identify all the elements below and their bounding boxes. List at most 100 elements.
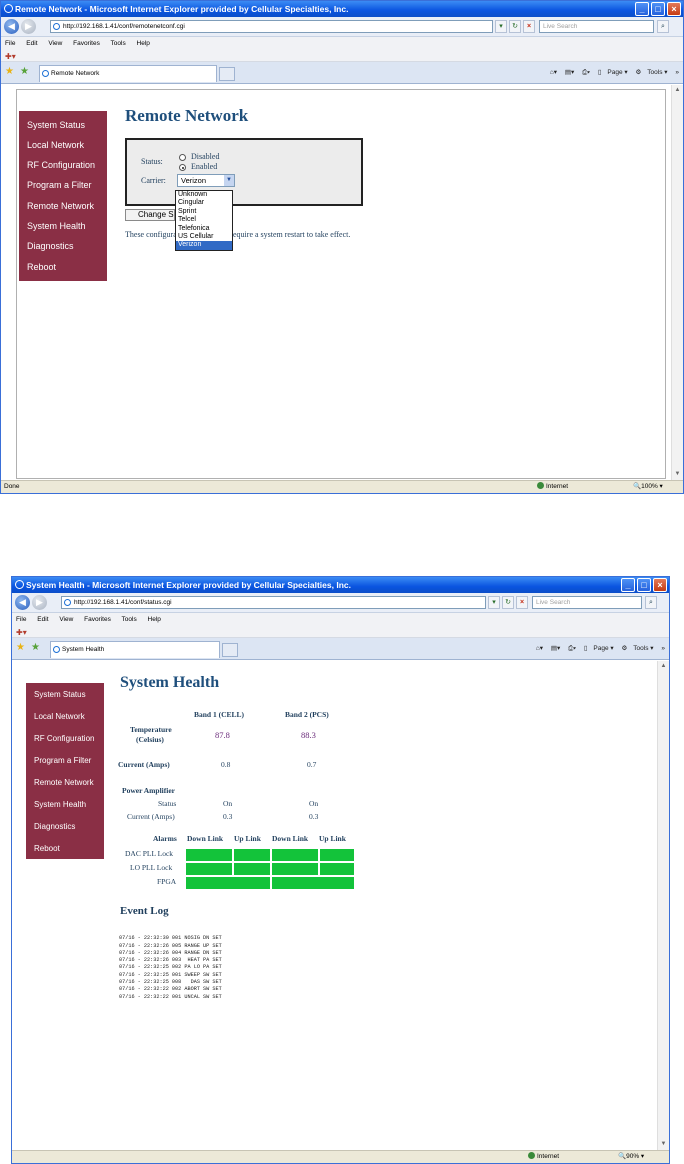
address-input[interactable]: http://192.168.1.41/conf/status.cgi <box>61 596 486 609</box>
dropdown-arrow-icon[interactable]: ▾ <box>488 596 500 609</box>
status-disabled-radio[interactable] <box>179 154 186 161</box>
alarm-col-band1-downlink: Down Link <box>187 834 224 843</box>
menu-edit[interactable]: Edit <box>26 40 37 47</box>
nav-system-health[interactable]: System Health <box>27 221 86 231</box>
feeds-icon[interactable]: ▤▾ <box>565 69 574 76</box>
carrier-option-cingular[interactable]: Cingular <box>176 199 232 207</box>
menu-view[interactable]: View <box>48 40 62 47</box>
nav-diagnostics[interactable]: Diagnostics <box>27 241 74 251</box>
zoom-control[interactable]: 🔍100% ▾ <box>633 481 663 493</box>
menu-tools[interactable]: Tools <box>111 40 126 47</box>
stop-button[interactable]: × <box>523 20 535 33</box>
scroll-down-icon[interactable]: ▼ <box>672 469 683 480</box>
carrier-option-telcel[interactable]: Telcel <box>176 216 232 224</box>
nav-diagnostics[interactable]: Diagnostics <box>34 822 75 831</box>
nav-rf-configuration[interactable]: RF Configuration <box>34 734 94 743</box>
toolbar-addon-icon[interactable]: ✚▾ <box>5 52 16 61</box>
close-button[interactable]: × <box>653 578 667 592</box>
page-menu[interactable]: ▯ Page ▾ <box>598 69 628 76</box>
nav-program-a-filter[interactable]: Program a Filter <box>27 180 92 190</box>
add-favorites-icon[interactable]: ★ <box>20 66 29 77</box>
vertical-scrollbar[interactable]: ▲ ▼ <box>671 85 683 480</box>
more-chevron-icon[interactable]: » <box>675 69 679 76</box>
back-button[interactable]: ◀ <box>4 19 19 34</box>
print-icon[interactable]: ⎙▾ <box>582 69 590 76</box>
scroll-up-icon[interactable]: ▲ <box>672 85 683 96</box>
status-text: Done <box>4 483 20 490</box>
menu-help[interactable]: Help <box>148 616 161 623</box>
chevron-down-icon[interactable]: ▼ <box>224 175 234 186</box>
tab-remote-network[interactable]: Remote Network <box>39 65 217 82</box>
command-bar: ⌂▾ ▤▾ ⎙▾ ▯ Page ▾ ⚙ Tools ▾ » <box>544 68 679 77</box>
tools-menu[interactable]: ⚙ Tools ▾ <box>635 69 667 76</box>
vertical-scrollbar[interactable]: ▲ ▼ <box>657 661 669 1150</box>
dropdown-arrow-icon[interactable]: ▾ <box>495 20 507 33</box>
search-input[interactable]: Live Search <box>532 596 642 609</box>
alarm-cell-lo-b2-dl <box>271 862 319 876</box>
menu-file[interactable]: File <box>16 616 26 623</box>
carrier-option-telefonica[interactable]: Telefonica <box>176 225 232 233</box>
menu-edit[interactable]: Edit <box>37 616 48 623</box>
new-tab-button[interactable] <box>219 67 235 81</box>
stop-button[interactable]: × <box>516 596 528 609</box>
nav-remote-network[interactable]: Remote Network <box>27 201 94 211</box>
tools-menu[interactable]: ⚙ Tools ▾ <box>621 645 653 652</box>
home-icon[interactable]: ⌂▾ <box>550 69 557 76</box>
print-icon[interactable]: ⎙▾ <box>568 645 576 652</box>
nav-local-network[interactable]: Local Network <box>34 712 85 721</box>
minimize-button[interactable]: _ <box>621 578 635 592</box>
nav-local-network[interactable]: Local Network <box>27 140 84 150</box>
nav-system-status[interactable]: System Status <box>27 120 85 130</box>
new-tab-button[interactable] <box>222 643 238 657</box>
toolbar-addon-icon[interactable]: ✚▾ <box>16 628 27 637</box>
more-chevron-icon[interactable]: » <box>661 645 665 652</box>
maximize-button[interactable]: □ <box>637 578 651 592</box>
menu-favorites[interactable]: Favorites <box>73 40 100 47</box>
globe-icon <box>528 1152 535 1159</box>
toolbar-row: ✚▾ <box>1 50 683 62</box>
menu-view[interactable]: View <box>59 616 73 623</box>
nav-rf-configuration[interactable]: RF Configuration <box>27 160 95 170</box>
home-icon[interactable]: ⌂▾ <box>536 645 543 652</box>
carrier-option-unknown[interactable]: Unknown <box>176 191 232 199</box>
page-menu[interactable]: ▯ Page ▾ <box>584 645 614 652</box>
scroll-up-icon[interactable]: ▲ <box>658 661 669 672</box>
nav-system-health[interactable]: System Health <box>34 800 86 809</box>
address-input[interactable]: http://192.168.1.41/conf/remotenetconf.c… <box>50 20 493 33</box>
title-bar: System Health - Microsoft Internet Explo… <box>12 577 669 593</box>
carrier-option-verizon[interactable]: Verizon <box>176 241 232 250</box>
change-settings-button[interactable]: Change Se <box>125 209 175 221</box>
forward-button[interactable]: ▶ <box>32 595 47 610</box>
nav-reboot[interactable]: Reboot <box>27 262 56 272</box>
nav-program-a-filter[interactable]: Program a Filter <box>34 756 91 765</box>
menu-help[interactable]: Help <box>137 40 150 47</box>
minimize-button[interactable]: _ <box>635 2 649 16</box>
refresh-button[interactable]: ↻ <box>502 596 514 609</box>
menu-tools[interactable]: Tools <box>122 616 137 623</box>
scroll-down-icon[interactable]: ▼ <box>658 1139 669 1150</box>
forward-button[interactable]: ▶ <box>21 19 36 34</box>
status-enabled-radio[interactable] <box>179 164 186 171</box>
search-button[interactable]: ⌕ <box>657 20 669 33</box>
add-favorites-icon[interactable]: ★ <box>31 642 40 653</box>
carrier-option-us-cellular[interactable]: US Cellular <box>176 233 232 241</box>
nav-reboot[interactable]: Reboot <box>34 844 60 853</box>
refresh-button[interactable]: ↻ <box>509 20 521 33</box>
menu-favorites[interactable]: Favorites <box>84 616 111 623</box>
favorites-star-icon[interactable]: ★ <box>16 642 25 653</box>
back-button[interactable]: ◀ <box>15 595 30 610</box>
carrier-select[interactable]: Verizon ▼ <box>177 174 235 187</box>
favorites-star-icon[interactable]: ★ <box>5 66 14 77</box>
tab-system-health[interactable]: System Health <box>50 641 220 658</box>
search-button[interactable]: ⌕ <box>645 596 657 609</box>
feeds-icon[interactable]: ▤▾ <box>551 645 560 652</box>
close-button[interactable]: × <box>667 2 681 16</box>
nav-system-status[interactable]: System Status <box>34 690 86 699</box>
menu-file[interactable]: File <box>5 40 15 47</box>
search-input[interactable]: Live Search <box>539 20 654 33</box>
carrier-option-sprint[interactable]: Sprint <box>176 208 232 216</box>
zoom-control[interactable]: 🔍90% ▾ <box>618 1151 644 1163</box>
nav-remote-network[interactable]: Remote Network <box>34 778 94 787</box>
status-enabled-label: Enabled <box>191 162 218 171</box>
maximize-button[interactable]: □ <box>651 2 665 16</box>
